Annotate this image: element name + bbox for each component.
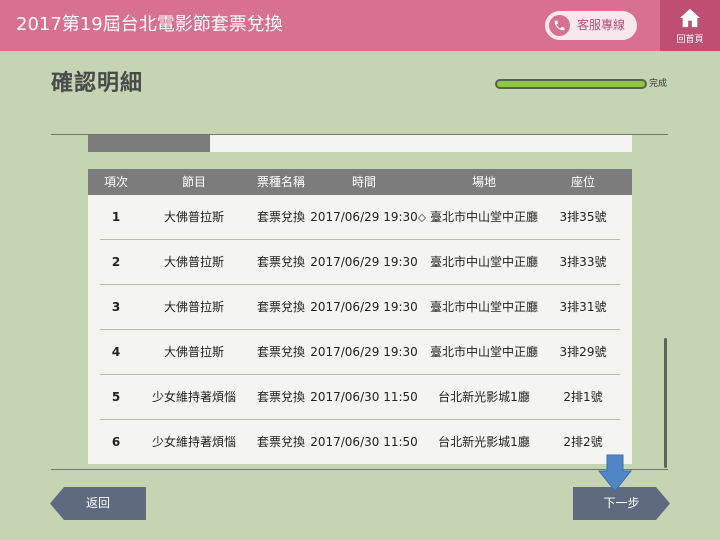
customer-service-label: 客服專線 <box>577 18 626 32</box>
row-program: 少女維持著煩惱 <box>151 435 237 449</box>
row-number: 4 <box>111 345 121 359</box>
pin-icon <box>417 213 427 223</box>
row-program: 大佛普拉斯 <box>163 300 225 314</box>
table-row: 3 大佛普拉斯 套票兌換 2017/06/29 19:30 臺北市中山堂中正廳 … <box>88 285 632 330</box>
column-header-time: 時間 <box>351 175 377 189</box>
row-number: 3 <box>111 300 121 314</box>
phone-icon <box>549 15 570 36</box>
row-ticket-type: 套票兌換 <box>256 255 306 269</box>
row-ticket-type: 套票兌換 <box>256 345 306 359</box>
row-venue: 臺北市中山堂中正廳 <box>429 210 539 224</box>
vertical-scrollbar[interactable] <box>664 338 667 468</box>
home-button[interactable]: 回首頁 <box>660 0 720 51</box>
row-number: 5 <box>111 390 121 404</box>
row-seat: 3排29號 <box>559 345 607 359</box>
row-ticket-type: 套票兌換 <box>256 300 306 314</box>
row-number: 6 <box>111 435 121 449</box>
row-time: 2017/06/29 19:30 <box>310 345 418 359</box>
column-header-venue: 場地 <box>471 175 497 189</box>
table-row: 4 大佛普拉斯 套票兌換 2017/06/29 19:30 臺北市中山堂中正廳 … <box>88 330 632 375</box>
row-venue: 臺北市中山堂中正廳 <box>429 345 539 359</box>
row-venue: 台北新光影城1廳 <box>438 435 530 449</box>
row-time: 2017/06/29 19:30 <box>310 255 418 269</box>
row-seat: 3排33號 <box>559 255 607 269</box>
row-venue: 台北新光影城1廳 <box>438 390 530 404</box>
progress-bar <box>495 79 647 89</box>
ticket-detail-table: 項次 節目 票種名稱 時間 場地 座位 1 大佛普拉斯 套票兌換 2017/06… <box>88 169 632 464</box>
back-button[interactable]: 返回 <box>50 487 146 520</box>
row-program: 大佛普拉斯 <box>163 255 225 269</box>
row-time: 2017/06/30 11:50 <box>310 435 418 449</box>
customer-service-button[interactable]: 客服專線 <box>545 11 637 40</box>
row-ticket-type: 套票兌換 <box>256 435 306 449</box>
down-arrow-icon <box>598 454 632 492</box>
divider-bottom <box>51 469 668 470</box>
next-button-label: 下一步 <box>603 496 640 510</box>
row-venue: 臺北市中山堂中正廳 <box>429 300 539 314</box>
row-venue: 臺北市中山堂中正廳 <box>429 255 539 269</box>
row-program: 大佛普拉斯 <box>163 345 225 359</box>
column-header-ticket-type: 票種名稱 <box>256 175 306 189</box>
header-title: 2017第19屆台北電影節套票兌換 <box>16 14 283 35</box>
row-program: 大佛普拉斯 <box>163 210 225 224</box>
table-row: 6 少女維持著煩惱 套票兌換 2017/06/30 11:50 台北新光影城1廳… <box>88 420 632 465</box>
detail-scroll-area[interactable]: 項次 節目 票種名稱 時間 場地 座位 1 大佛普拉斯 套票兌換 2017/06… <box>51 135 668 469</box>
row-time: 2017/06/29 19:30 <box>310 210 418 224</box>
table-row: 5 少女維持著煩惱 套票兌換 2017/06/30 11:50 台北新光影城1廳… <box>88 375 632 420</box>
table-row: 1 大佛普拉斯 套票兌換 2017/06/29 19:30 臺北市中山堂中正廳 … <box>88 195 632 240</box>
row-time: 2017/06/29 19:30 <box>310 300 418 314</box>
column-header-seat: 座位 <box>570 175 596 189</box>
row-seat: 2排2號 <box>563 435 603 449</box>
home-icon <box>679 8 701 28</box>
row-ticket-type: 套票兌換 <box>256 210 306 224</box>
app-header: 2017第19屆台北電影節套票兌換 客服專線 回首頁 <box>0 0 720 51</box>
progress-label: 完成 <box>649 79 668 89</box>
row-seat: 3排35號 <box>559 210 607 224</box>
row-number: 1 <box>111 210 121 224</box>
progress-bar-fill <box>497 81 645 87</box>
row-seat: 3排31號 <box>559 300 607 314</box>
column-header-no: 項次 <box>103 175 129 189</box>
previous-section-card <box>88 135 632 152</box>
row-program: 少女維持著煩惱 <box>151 390 237 404</box>
page-title: 確認明細 <box>51 71 144 96</box>
home-label: 回首頁 <box>676 35 704 45</box>
previous-section-label <box>88 135 210 152</box>
back-button-label: 返回 <box>85 496 110 510</box>
table-row: 2 大佛普拉斯 套票兌換 2017/06/29 19:30 臺北市中山堂中正廳 … <box>88 240 632 285</box>
column-header-program: 節目 <box>181 175 207 189</box>
table-header-row: 項次 節目 票種名稱 時間 場地 座位 <box>88 169 632 195</box>
row-seat: 2排1號 <box>563 390 603 404</box>
row-time: 2017/06/30 11:50 <box>310 390 418 404</box>
row-ticket-type: 套票兌換 <box>256 390 306 404</box>
row-number: 2 <box>111 255 121 269</box>
